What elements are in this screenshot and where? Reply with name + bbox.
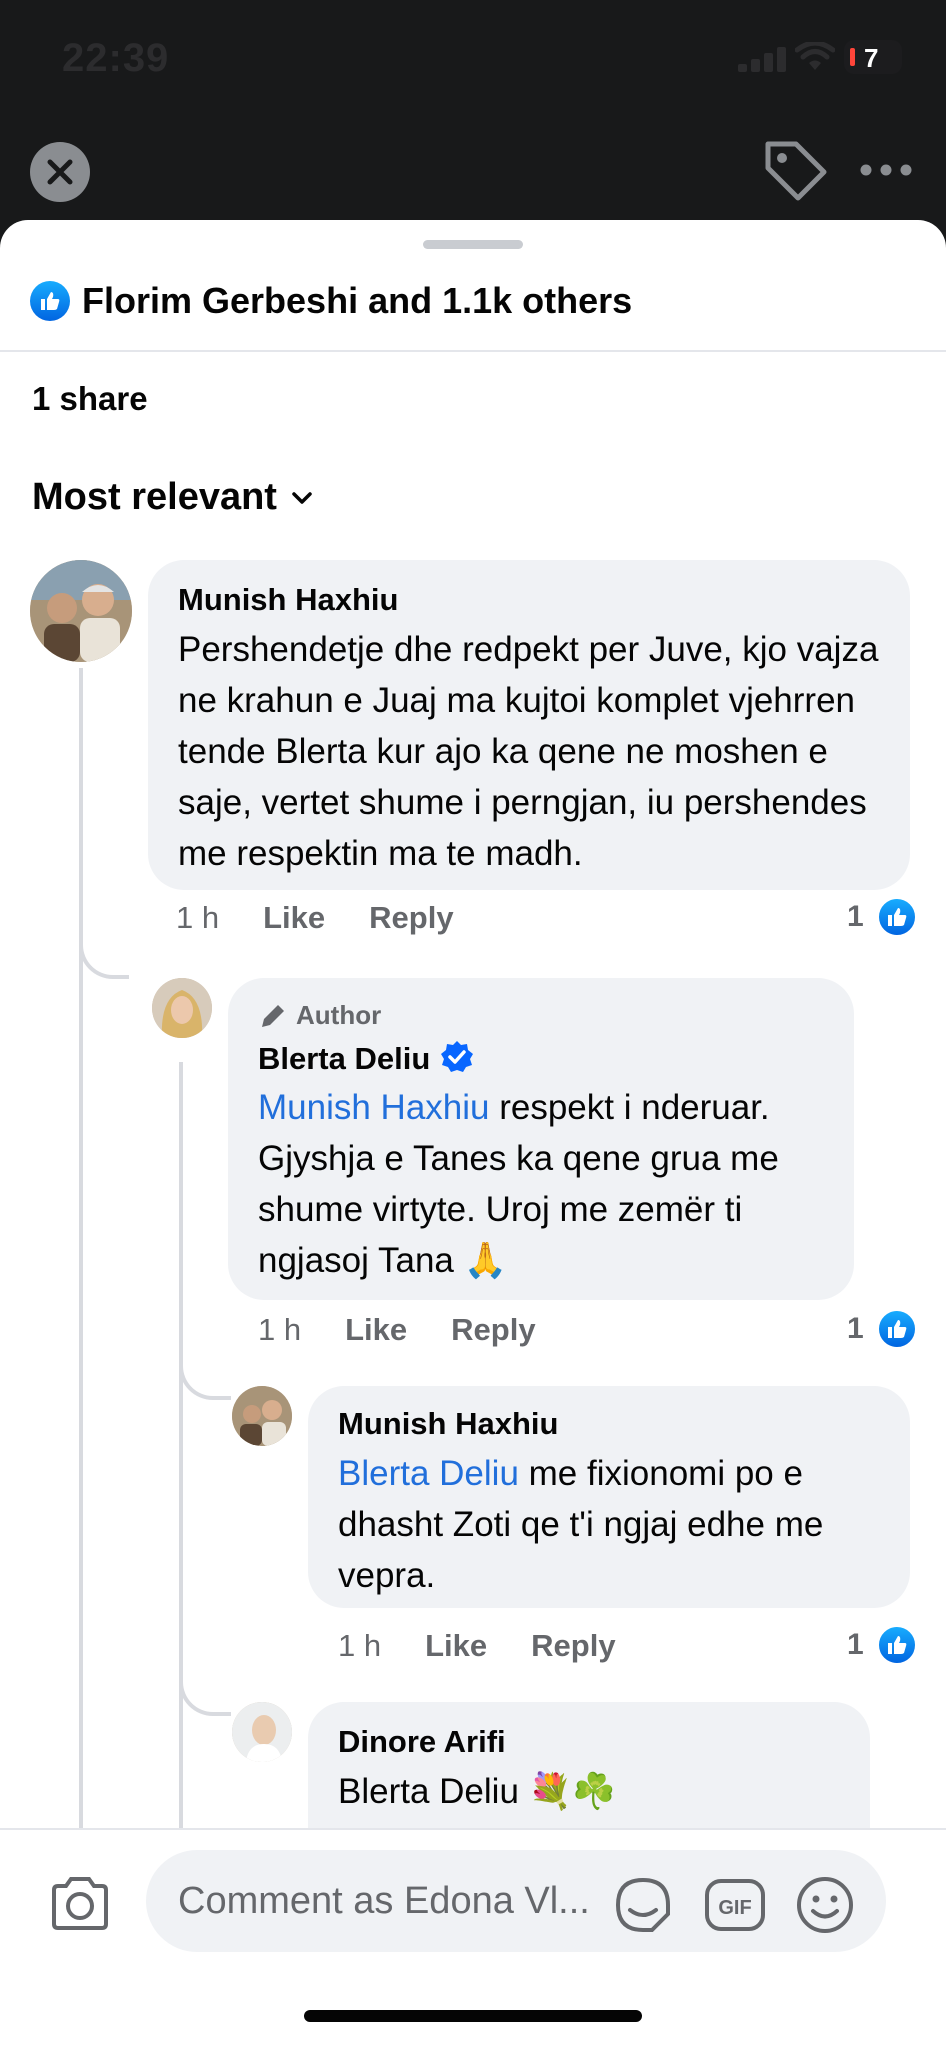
comment-actions: 1 h Like Reply xyxy=(176,900,454,936)
reply-button[interactable]: Reply xyxy=(369,900,453,936)
like-button[interactable]: Like xyxy=(263,900,325,936)
share-count[interactable]: 1 share xyxy=(32,380,148,418)
comment-like-count[interactable]: 1 xyxy=(847,896,918,938)
drag-handle[interactable] xyxy=(423,240,523,249)
like-count: 1 xyxy=(847,900,864,933)
like-count: 1 xyxy=(847,1312,864,1345)
like-reaction-icon xyxy=(30,281,70,321)
like-reaction-icon xyxy=(875,1308,918,1350)
camera-icon[interactable] xyxy=(48,1874,112,1934)
comment-like-count[interactable]: 1 xyxy=(847,1624,918,1666)
signal-icon xyxy=(738,46,788,72)
verified-badge-icon xyxy=(441,1041,474,1072)
comments-sheet: Florim Gerbeshi and 1.1k others 1 share … xyxy=(0,220,946,2048)
like-button[interactable]: Like xyxy=(425,1628,487,1664)
home-indicator[interactable] xyxy=(304,2010,642,2022)
comment-actions: 1 h Like Reply xyxy=(338,1628,616,1664)
comment-text: Blerta Deliu me fixionomi po e dhasht Zo… xyxy=(338,1448,898,1601)
tag-icon[interactable] xyxy=(760,136,830,202)
sticker-icon[interactable] xyxy=(612,1874,674,1936)
close-button[interactable] xyxy=(30,142,90,202)
comment-time: 1 h xyxy=(176,900,220,935)
comment-like-count[interactable]: 1 xyxy=(847,1308,918,1350)
commenter-name[interactable]: Munish Haxhiu xyxy=(178,582,398,618)
comment-actions: 1 h Like Reply xyxy=(258,1312,536,1348)
wifi-icon xyxy=(795,42,835,70)
like-reaction-icon xyxy=(875,896,918,938)
avatar[interactable] xyxy=(152,978,212,1038)
comment-input[interactable] xyxy=(146,1850,886,1952)
pencil-icon xyxy=(262,1004,284,1027)
battery-level: 7 xyxy=(864,43,879,73)
sort-dropdown[interactable]: Most relevant xyxy=(32,476,313,519)
author-label: Author xyxy=(296,1000,382,1030)
commenter-name-text: Blerta Deliu xyxy=(258,1041,431,1076)
gif-icon[interactable]: GIF xyxy=(704,1878,766,1932)
commenter-name[interactable]: Dinore Arifi xyxy=(338,1724,506,1760)
comment-text: Pershendetje dhe redpekt per Juve, kjo v… xyxy=(178,630,879,873)
status-time: 22:39 xyxy=(62,36,170,80)
like-reaction-icon xyxy=(875,1624,918,1666)
more-icon[interactable] xyxy=(858,160,914,180)
comment-time: 1 h xyxy=(258,1312,302,1347)
reply-button[interactable]: Reply xyxy=(531,1628,615,1664)
reply-button[interactable]: Reply xyxy=(451,1312,535,1348)
battery-icon: 7 xyxy=(844,40,902,74)
emoji-icon[interactable] xyxy=(794,1874,856,1936)
commenter-name[interactable]: Blerta Deliu xyxy=(258,1040,474,1077)
svg-text:GIF: GIF xyxy=(718,1897,751,1919)
thread-connector xyxy=(179,1656,231,1716)
commenter-name[interactable]: Munish Haxhiu xyxy=(338,1406,558,1442)
top-bar xyxy=(0,110,946,220)
avatar[interactable] xyxy=(30,560,132,662)
comment-text: Munish Haxhiu respekt i nderuar. Gjyshja… xyxy=(258,1082,838,1286)
chevron-down-icon xyxy=(292,491,312,504)
avatar[interactable] xyxy=(232,1702,292,1762)
sort-label: Most relevant xyxy=(32,476,277,518)
comment-text: Blerta Deliu 💐☘️ xyxy=(338,1772,616,1811)
divider xyxy=(0,350,946,352)
like-button[interactable]: Like xyxy=(345,1312,407,1348)
author-badge: Author xyxy=(258,1000,381,1031)
mention-link[interactable]: Blerta Deliu xyxy=(338,1454,519,1493)
reactions-text: Florim Gerbeshi and 1.1k others xyxy=(82,280,633,321)
reactions-summary[interactable]: Florim Gerbeshi and 1.1k others xyxy=(30,278,632,324)
status-bar: 22:39 7 xyxy=(0,0,946,110)
comment-time: 1 h xyxy=(338,1628,382,1663)
thread-connector xyxy=(179,1340,231,1400)
close-icon xyxy=(47,159,73,185)
like-count: 1 xyxy=(847,1628,864,1661)
thread-connector xyxy=(79,920,129,979)
avatar[interactable] xyxy=(232,1386,292,1446)
mention-link[interactable]: Munish Haxhiu xyxy=(258,1088,490,1127)
